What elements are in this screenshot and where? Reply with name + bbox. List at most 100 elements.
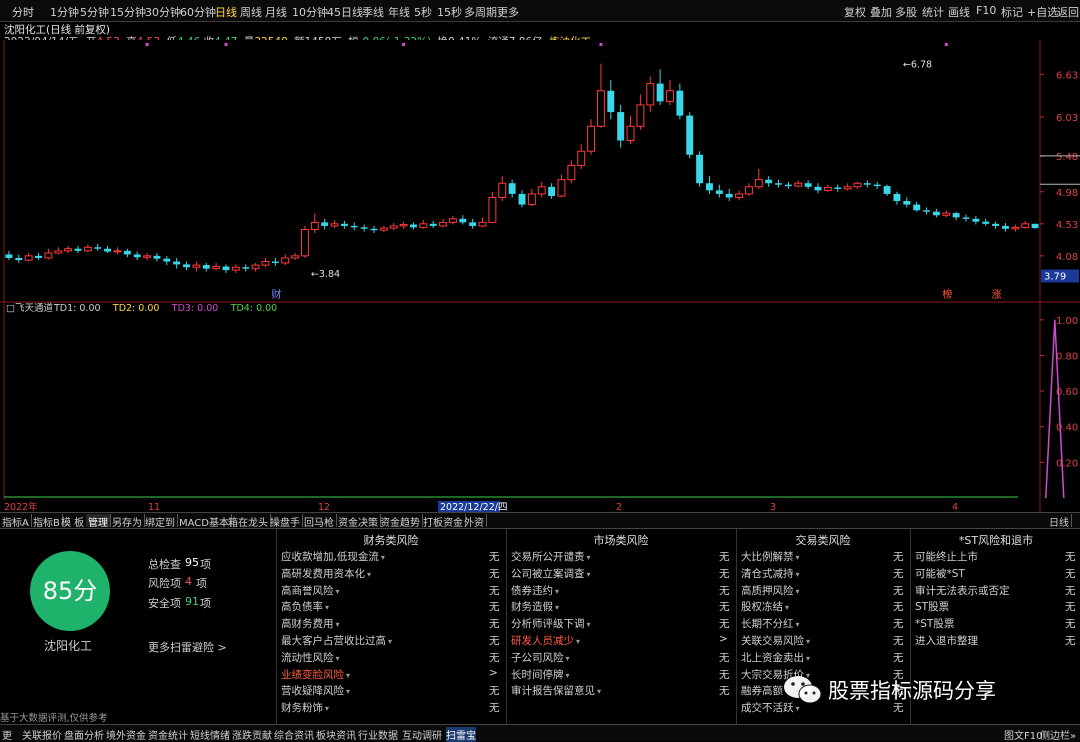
risk-item[interactable]: 审计无法表示或否定	[915, 583, 1010, 598]
toolbar-button-8[interactable]: 返回	[1057, 4, 1079, 20]
timeframe-12[interactable]: 年线	[388, 4, 410, 20]
risk-item[interactable]: 清仓式减持 ▾	[741, 566, 800, 581]
timeframe-6[interactable]: 日线	[215, 4, 237, 20]
timeframe-3[interactable]: 15分钟	[110, 4, 146, 20]
kline-chart[interactable]: 6.636.035.484.984.534.083.79←6.78←3.845.…	[0, 40, 1080, 512]
toolbar-button-7[interactable]: +自选	[1027, 4, 1058, 20]
indicator-tab-7[interactable]: 箱在龙头	[226, 514, 271, 529]
indicator-tab-2[interactable]: 模 板	[59, 514, 88, 529]
timeframe-15[interactable]: 多周期	[464, 4, 497, 20]
risk-item-value: 无	[489, 685, 500, 698]
timeframe-13[interactable]: 5秒	[414, 4, 432, 20]
indicator-tab-14[interactable]: 日线	[1047, 514, 1072, 529]
toolbar-button-2[interactable]: 多股	[895, 4, 917, 20]
indicator-tab-3[interactable]: 管理	[86, 514, 111, 529]
risk-column-title: *ST风险和退市	[958, 534, 1034, 547]
risk-item[interactable]: 子公司风险 ▾	[511, 650, 570, 665]
more-scan-link[interactable]: 更多扫雷避险 >	[148, 639, 227, 655]
indicator-tab-4[interactable]: 另存为	[110, 514, 145, 529]
event-marker-0[interactable]: 财	[271, 288, 281, 301]
toolbar-button-4[interactable]: 画线	[948, 4, 970, 20]
timeframe-7[interactable]: 周线	[240, 4, 262, 20]
timeframe-9[interactable]: 10分钟	[292, 4, 328, 20]
indicator-tab-13[interactable]: 外资	[462, 514, 487, 529]
safe-item-count: 91	[185, 595, 199, 608]
toolbar-button-5[interactable]: F10	[976, 4, 996, 17]
risk-item[interactable]: 交易所公开谴责 ▾	[511, 549, 591, 564]
risk-item-value: 无	[1065, 635, 1076, 647]
timeframe-8[interactable]: 月线	[265, 4, 287, 20]
risk-item[interactable]: 债券违约 ▾	[511, 583, 559, 598]
event-marker-2[interactable]: 涨	[992, 289, 1002, 301]
indicator-tab-9[interactable]: 回马枪	[302, 514, 337, 529]
risk-item[interactable]: 分析师评级下调 ▾	[511, 616, 591, 631]
timeframe-10[interactable]: 45日线	[327, 4, 363, 20]
risk-item[interactable]: ST股票	[915, 599, 949, 614]
risk-item[interactable]: 流动性风险 ▾	[281, 650, 340, 665]
risk-item-value: 无	[1065, 551, 1076, 563]
indicator-tab-6[interactable]: MACD基本	[177, 514, 232, 529]
risk-item[interactable]: 关联交易风险 ▾	[741, 633, 810, 648]
risk-item[interactable]: 高质押风险 ▾	[741, 583, 800, 598]
risk-item-value: 无	[719, 567, 730, 580]
risk-item[interactable]: 可能被*ST	[915, 566, 965, 581]
indicator-tab-12[interactable]: 打板资金	[421, 514, 466, 529]
toolbar-button-1[interactable]: 叠加	[870, 4, 892, 20]
timeframe-0[interactable]: 分时	[12, 4, 34, 20]
risk-item[interactable]: 大比例解禁 ▾	[741, 549, 800, 564]
expand-arrow-icon: ▾	[597, 687, 602, 697]
indicator-tab-8[interactable]: 操盘手	[268, 514, 303, 529]
risk-scan-panel: 85分 沈阳化工 总检查 95 项 风险项 4 项 安全项 91 项 更多扫雷避…	[0, 529, 1080, 724]
risk-item-value: >	[489, 666, 498, 679]
risk-item[interactable]: 业绩变脸风险 ▾	[281, 667, 350, 682]
risk-item[interactable]: 营收疑降风险 ▾	[281, 683, 350, 698]
risk-item[interactable]: 应收款增加,低现金流 ▾	[281, 549, 385, 564]
risk-item[interactable]: 进入退市整理	[915, 633, 978, 648]
expand-arrow-icon: ▾	[335, 653, 340, 663]
expand-arrow-icon: ▾	[325, 603, 330, 613]
risk-item-value: 无	[893, 584, 904, 597]
timeframe-4[interactable]: 30分钟	[145, 4, 181, 20]
risk-item[interactable]: 长时间停牌 ▾	[511, 667, 570, 682]
indicator-tab-0[interactable]: 指标A	[0, 514, 32, 529]
risk-item[interactable]: 北上资金卖出 ▾	[741, 650, 810, 665]
expand-arrow-icon: ▾	[325, 704, 330, 714]
risk-item[interactable]: *ST股票	[915, 616, 954, 631]
indicator-tab-10[interactable]: 资金决策	[336, 514, 381, 529]
expand-arrow-icon: ▾	[555, 603, 560, 613]
timeframe-11[interactable]: 季线	[362, 4, 384, 20]
risk-item[interactable]: 审计报告保留意见 ▾	[511, 683, 601, 698]
risk-item[interactable]: 长期不分红 ▾	[741, 616, 800, 631]
risk-item[interactable]: 研发人员减少 ▾	[511, 633, 580, 648]
indicator-tab-5[interactable]: 绑定到	[143, 514, 178, 529]
timeframe-16[interactable]: 更多	[497, 4, 519, 20]
toolbar-button-6[interactable]: 标记	[1001, 4, 1023, 20]
indicator-tab-11[interactable]: 资金趋势	[378, 514, 423, 529]
risk-item-value: 无	[893, 567, 904, 580]
risk-column-0: 财务类风险 应收款增加,低现金流 ▾ 无高研发费用资本化 ▾ 无高商誉风险 ▾ 无高负债率 ▾ 无…	[276, 529, 505, 724]
ind-tick-4: 0.20	[1056, 458, 1078, 469]
timeframe-2[interactable]: 5分钟	[80, 4, 109, 20]
risk-item[interactable]: 高研发费用资本化 ▾	[281, 566, 371, 581]
ind-tick-0: 1.00	[1056, 316, 1078, 327]
risk-item[interactable]: 可能终止上市	[915, 549, 978, 564]
risk-item[interactable]: 股权冻结 ▾	[741, 599, 789, 614]
date-label-4: 2	[616, 502, 622, 512]
indicator-value-2: TD3: 0.00	[171, 303, 219, 314]
risk-item[interactable]: 财务粉饰 ▾	[281, 700, 329, 715]
risk-item[interactable]: 高商誉风险 ▾	[281, 583, 340, 598]
toolbar-button-3[interactable]: 统计	[922, 4, 944, 20]
risk-item[interactable]: 高负债率 ▾	[281, 599, 329, 614]
risk-item-value: 无	[1065, 584, 1076, 597]
timeframe-14[interactable]: 15秒	[437, 4, 462, 20]
risk-item[interactable]: 财务造假 ▾	[511, 599, 559, 614]
risk-item[interactable]: 高财务费用 ▾	[281, 616, 340, 631]
timeframe-5[interactable]: 60分钟	[180, 4, 216, 20]
toolbar-button-0[interactable]: 复权	[844, 4, 866, 20]
price-tick-0: 6.63	[1056, 70, 1078, 81]
risk-item-value: 无	[489, 618, 500, 631]
risk-item[interactable]: 最大客户占营收比过高 ▾	[281, 633, 392, 648]
risk-item[interactable]: 公司被立案调查 ▾	[511, 566, 591, 581]
timeframe-1[interactable]: 1分钟	[50, 4, 79, 20]
event-marker-1[interactable]: 榜	[942, 288, 952, 301]
